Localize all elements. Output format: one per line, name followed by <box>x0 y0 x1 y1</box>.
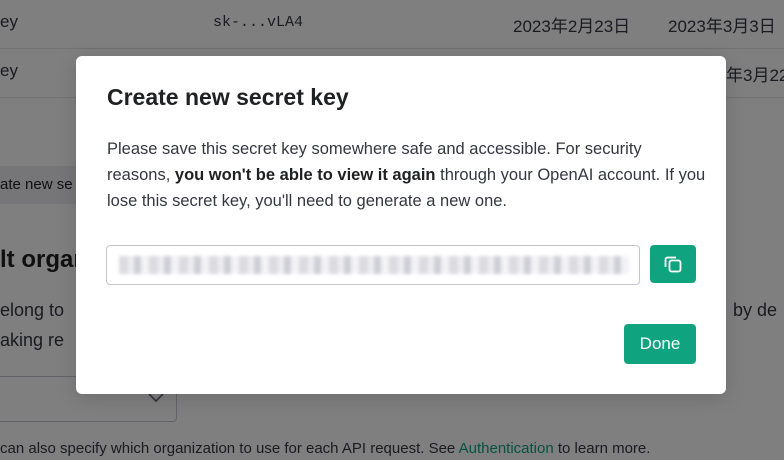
redacted-key-value <box>119 256 629 274</box>
dialog-description: Please save this secret key somewhere sa… <box>107 136 707 214</box>
copy-key-button[interactable] <box>650 245 696 283</box>
copy-icon <box>664 256 682 273</box>
done-button[interactable]: Done <box>624 324 696 364</box>
dialog-title: Create new secret key <box>107 84 349 110</box>
description-warning: you won't be able to view it again <box>174 166 436 184</box>
secret-key-field[interactable] <box>106 245 640 285</box>
create-secret-key-dialog: Create new secret key Please save this s… <box>76 56 726 394</box>
